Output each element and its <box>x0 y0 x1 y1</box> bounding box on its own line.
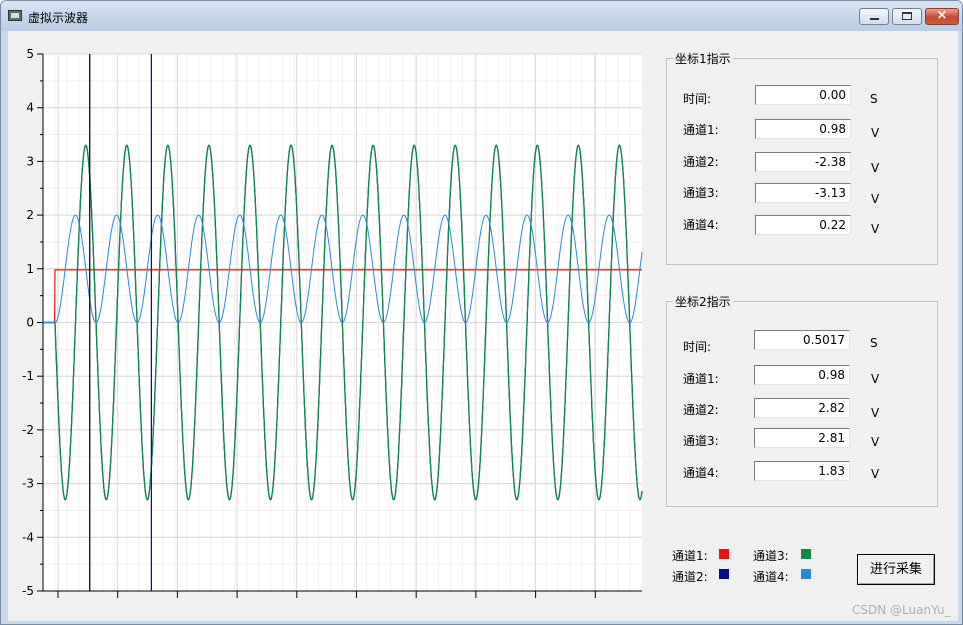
legend-ch2-label: 通道2: <box>672 570 708 584</box>
close-button[interactable]: × <box>925 8 959 25</box>
window-title: 虚拟示波器 <box>28 11 89 25</box>
cursor2-ch1-label: 通道1: <box>683 372 719 386</box>
cursor2-ch4-unit: V <box>871 467 880 481</box>
cursor1-ch4-field[interactable]: 0.22 <box>755 215 851 235</box>
cursor1-time-field[interactable]: 0.00 <box>755 85 851 105</box>
cursor1-ch1-field[interactable]: 0.98 <box>755 119 851 139</box>
close-icon: × <box>936 8 948 23</box>
y-tick-label: 1 <box>26 262 34 276</box>
y-tick-label: -3 <box>22 477 34 491</box>
cursor1-ch3-unit: V <box>871 192 880 206</box>
legend-ch3-label: 通道3: <box>753 549 789 563</box>
cursor1-time-label: 时间: <box>683 92 712 106</box>
cursor1-ch4-label: 通道4: <box>683 218 719 232</box>
legend-ch4-label: 通道4: <box>753 570 789 584</box>
cursor2-ch2-field[interactable]: 2.82 <box>754 398 850 418</box>
cursor1-ch2-label: 通道2: <box>683 155 719 169</box>
cursor1-ch1-unit: V <box>871 126 880 140</box>
cursor1-time-unit: S <box>870 92 878 106</box>
cursor2-ch4-field[interactable]: 1.83 <box>754 461 850 481</box>
cursor1-ch2-field[interactable]: -2.38 <box>755 152 851 172</box>
y-tick-label: 0 <box>26 316 34 330</box>
start-acquisition-button[interactable]: 进行采集 <box>857 554 935 585</box>
cursor1-ch4-unit: V <box>871 222 880 236</box>
maximize-icon <box>902 12 912 20</box>
cursor2-time-unit: S <box>870 336 878 350</box>
cursor1-ch3-label: 通道3: <box>683 186 719 200</box>
cursor2-ch4-label: 通道4: <box>683 466 719 480</box>
minimize-icon <box>870 18 879 20</box>
cursor1-ch3-field[interactable]: -3.13 <box>755 183 851 203</box>
y-tick-label: -4 <box>22 530 34 544</box>
y-tick-label: 3 <box>26 154 34 168</box>
y-tick-label: 4 <box>26 101 34 115</box>
cursor2-time-field[interactable]: 0.5017 <box>754 330 850 350</box>
cursor2-ch3-label: 通道3: <box>683 434 719 448</box>
y-tick-label: 5 <box>26 47 34 61</box>
y-tick-label: -2 <box>22 423 34 437</box>
oscilloscope-window: 虚拟示波器 × 5 4 3 2 1 0 -1 -2 -3 -4 -5 坐标1指示 时间: 0.00 … <box>0 0 963 625</box>
y-tick-label: -5 <box>22 584 34 598</box>
client-area: 5 4 3 2 1 0 -1 -2 -3 -4 -5 坐标1指示 时间: 0.00 S 通道1: 0… <box>8 31 958 621</box>
waveform-plot[interactable]: 5 4 3 2 1 0 -1 -2 -3 -4 -5 <box>8 31 648 621</box>
y-tick-label: -1 <box>22 369 34 383</box>
cursor2-groupbox-title: 坐标2指示 <box>673 293 733 310</box>
cursor2-time-label: 时间: <box>683 340 712 354</box>
cursor1-groupbox-title: 坐标1指示 <box>673 50 733 67</box>
cursor2-ch2-unit: V <box>871 406 880 420</box>
cursor1-ch2-unit: V <box>871 161 880 175</box>
watermark: CSDN @LuanYu_ <box>852 603 951 617</box>
cursor2-ch3-field[interactable]: 2.81 <box>754 428 850 448</box>
legend-ch4-swatch <box>801 569 811 579</box>
title-bar[interactable]: 虚拟示波器 × <box>1 1 962 31</box>
legend-ch2-swatch <box>719 569 729 579</box>
cursor2-ch2-label: 通道2: <box>683 403 719 417</box>
cursor2-ch3-unit: V <box>871 435 880 449</box>
oscilloscope-app-icon <box>8 10 22 21</box>
maximize-button[interactable] <box>892 8 922 25</box>
cursor2-ch1-field[interactable]: 0.98 <box>754 365 850 385</box>
y-tick-label: 2 <box>26 208 34 222</box>
legend-ch1-swatch <box>719 549 729 559</box>
legend-ch3-swatch <box>801 549 811 559</box>
cursor1-ch1-label: 通道1: <box>683 123 719 137</box>
minimize-button[interactable] <box>859 8 889 25</box>
legend-ch1-label: 通道1: <box>672 549 708 563</box>
cursor2-ch1-unit: V <box>871 372 880 386</box>
